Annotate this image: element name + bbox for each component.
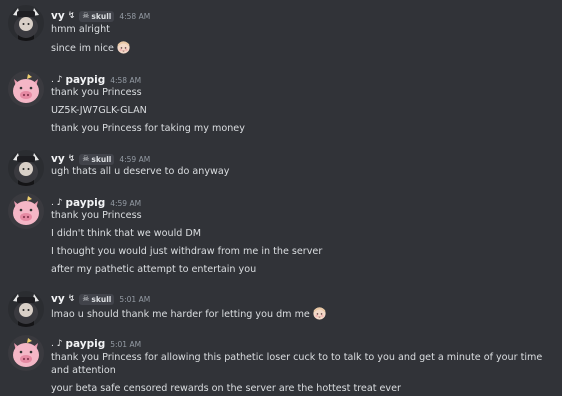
server-tag[interactable]: ☠ skull (79, 10, 115, 22)
message-header: vy ↯ ☠ skull 5:01 AM (51, 291, 150, 307)
message-text: thank you Princess (51, 87, 142, 98)
message-text: ugh thats all u deserve to do anyway (51, 166, 230, 177)
message-text-content: since im nice (51, 43, 114, 54)
avatar-vy[interactable] (8, 150, 44, 186)
message-text: UZ5K-JW7GLK-GLAN (51, 105, 147, 116)
username[interactable]: paypig (65, 74, 105, 86)
tag-label: skull (91, 11, 112, 21)
message-text: hmm alright (51, 24, 110, 35)
pig-avatar-icon (8, 335, 44, 371)
message-text-content: lmao u should thank me harder for lettin… (51, 309, 310, 320)
message-header: vy ↯ ☠ skull 4:58 AM (51, 8, 150, 24)
message-text: since im nice (51, 41, 130, 55)
tag-label: skull (91, 154, 112, 164)
avatar-paypig[interactable] (8, 335, 44, 371)
message-text: lmao u should thank me harder for lettin… (51, 307, 326, 321)
name-prefix: . ♪ (51, 198, 63, 208)
avatar-paypig[interactable] (8, 71, 44, 107)
name-decoration: ↯ (67, 11, 76, 21)
username[interactable]: vy (51, 153, 65, 165)
message-text: thank you Princess for allowing this pat… (51, 352, 543, 376)
timestamp: 4:58 AM (119, 11, 151, 21)
blush-girl-emoji-icon[interactable] (313, 307, 326, 320)
message-feed: vy ↯ ☠ skull 4:58 AM hmm alright since i… (0, 0, 562, 396)
name-decoration: ↯ (67, 294, 76, 304)
avatar-vy[interactable] (8, 291, 44, 327)
message-text: after my pathetic attempt to entertain y… (51, 264, 257, 275)
timestamp: 5:01 AM (110, 339, 142, 349)
vy-avatar-icon (8, 291, 44, 327)
message-text: your beta safe censored rewards on the s… (51, 383, 401, 394)
message-text: thank you Princess (51, 210, 142, 221)
timestamp: 4:59 AM (110, 198, 142, 208)
avatar-vy[interactable] (8, 5, 44, 41)
skull-icon: ☠ (82, 11, 90, 20)
name-prefix: . ♪ (51, 75, 63, 85)
username[interactable]: vy (51, 293, 65, 305)
username[interactable]: paypig (65, 338, 105, 350)
avatar-paypig[interactable] (8, 193, 44, 229)
message-header: . ♪ paypig 5:01 AM (51, 336, 141, 352)
username[interactable]: paypig (65, 197, 105, 209)
message-text: I didn't think that we would DM (51, 228, 202, 239)
message-text: thank you Princess for taking my money (51, 123, 245, 134)
timestamp: 4:58 AM (110, 75, 142, 85)
pig-avatar-icon (8, 193, 44, 229)
blush-girl-emoji-icon[interactable] (117, 41, 130, 54)
skull-icon: ☠ (82, 294, 90, 303)
skull-icon: ☠ (82, 154, 90, 163)
timestamp: 4:59 AM (119, 154, 151, 164)
pig-avatar-icon (8, 71, 44, 107)
vy-avatar-icon (8, 150, 44, 186)
message-text: I thought you would just withdraw from m… (51, 246, 323, 257)
name-decoration: ↯ (67, 154, 76, 164)
name-prefix: . ♪ (51, 339, 63, 349)
timestamp: 5:01 AM (119, 294, 151, 304)
username[interactable]: vy (51, 10, 65, 22)
vy-avatar-icon (8, 5, 44, 41)
tag-label: skull (91, 294, 112, 304)
server-tag[interactable]: ☠ skull (79, 293, 115, 305)
server-tag[interactable]: ☠ skull (79, 153, 115, 165)
